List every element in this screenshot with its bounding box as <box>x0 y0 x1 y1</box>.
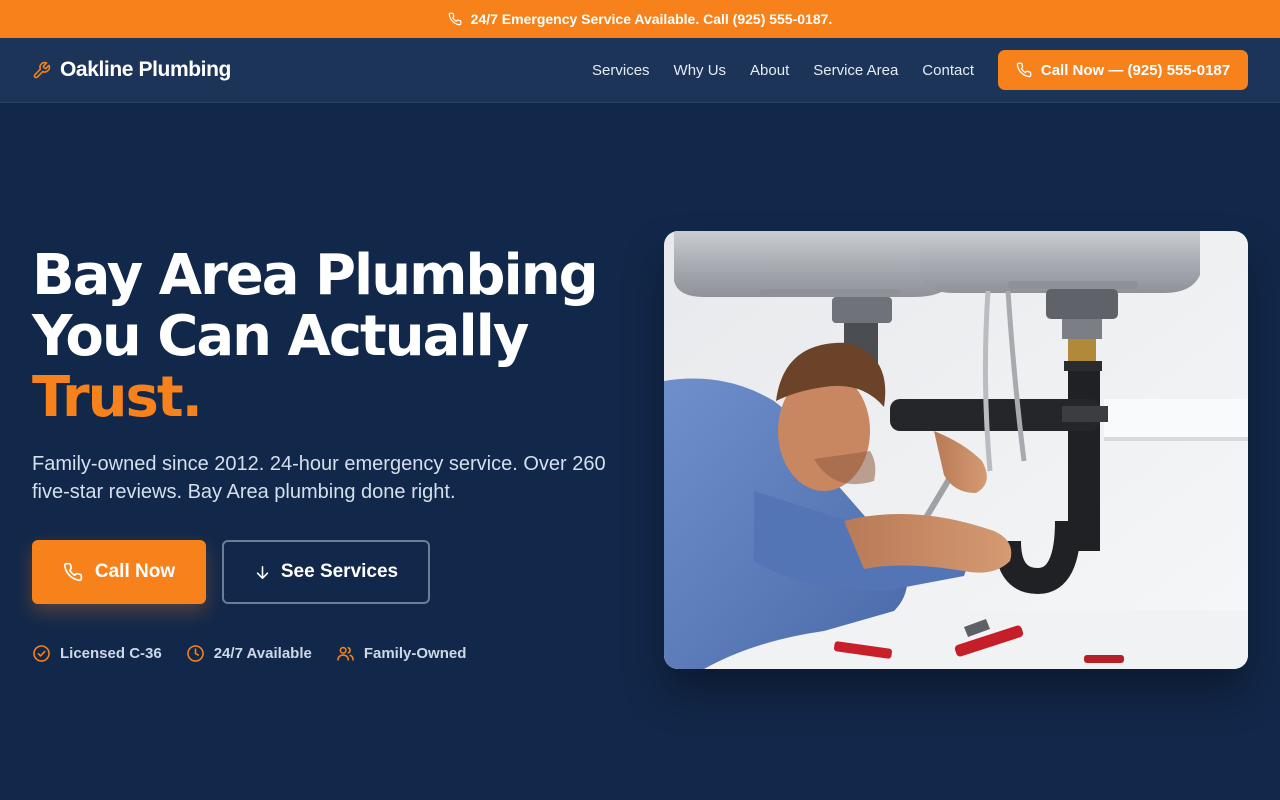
brand-name: Oakline Plumbing <box>60 58 231 81</box>
phone-icon <box>448 12 462 26</box>
headline-line-2: You Can Actually <box>32 304 529 369</box>
main-navbar: Oakline Plumbing Services Why Us About S… <box>0 38 1280 103</box>
check-circle-icon <box>33 645 50 662</box>
nav-call-now-label: Call Now — (925) 555-0187 <box>1040 61 1231 79</box>
badge-available: 24/7 Available <box>186 644 312 663</box>
headline-line-1: Bay Area Plumbing <box>32 243 599 308</box>
phone-icon <box>63 562 83 582</box>
emergency-banner: 24/7 Emergency Service Available. Call (… <box>0 0 1280 38</box>
plumber-photo-illustration <box>664 231 1248 669</box>
phone-icon <box>1016 62 1032 78</box>
trust-badges: Licensed C-36 24/7 Available Family-Owne… <box>32 644 632 663</box>
nav-call-now-button[interactable]: Call Now — (925) 555-0187 <box>998 50 1248 90</box>
arrow-down-icon <box>256 565 269 579</box>
badge-licensed: Licensed C-36 <box>32 644 162 663</box>
wrench-icon <box>33 61 51 78</box>
hero-section: Bay Area Plumbing You Can Actually Trust… <box>0 103 1280 800</box>
headline-accent: Trust. <box>32 365 203 430</box>
call-now-label: Call Now <box>94 561 176 582</box>
hero-headline: Bay Area Plumbing You Can Actually Trust… <box>32 245 632 428</box>
badge-family-owned-label: Family-Owned <box>363 645 467 662</box>
hero-photo <box>664 231 1248 669</box>
see-services-button[interactable]: See Services <box>222 540 430 604</box>
call-now-button[interactable]: Call Now <box>32 540 206 604</box>
badge-available-label: 24/7 Available <box>213 645 312 662</box>
badge-licensed-label: Licensed C-36 <box>60 645 162 662</box>
see-services-label: See Services <box>280 561 399 582</box>
badge-family-owned: Family-Owned <box>336 644 467 663</box>
hero-text: Bay Area Plumbing You Can Actually Trust… <box>32 245 632 663</box>
nav-link-contact[interactable]: Contact <box>922 62 974 79</box>
nav-links: Services Why Us About Service Area Conta… <box>592 62 974 79</box>
users-icon <box>337 646 354 661</box>
hero-subtext: Family-owned since 2012. 24-hour emergen… <box>32 453 606 503</box>
emergency-banner-text: 24/7 Emergency Service Available. Call (… <box>470 11 833 27</box>
nav-link-service-area[interactable]: Service Area <box>813 62 898 79</box>
hero-cta-group: Call Now See Services <box>32 540 632 604</box>
nav-link-about[interactable]: About <box>750 62 789 79</box>
nav-link-why-us[interactable]: Why Us <box>674 62 727 79</box>
brand-logo-link[interactable]: Oakline Plumbing <box>32 58 231 82</box>
nav-link-services[interactable]: Services <box>592 62 650 79</box>
clock-icon <box>186 645 204 662</box>
